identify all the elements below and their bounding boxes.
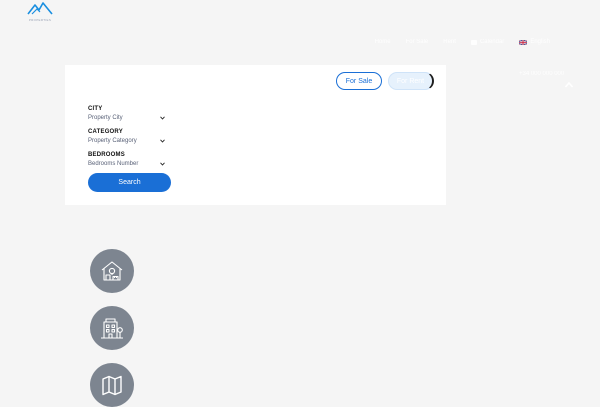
category-field: CATEGORY Property Category <box>88 128 165 145</box>
category-select-value: Property Category <box>88 138 137 144</box>
nav-item-for-sale[interactable]: For Sale <box>406 39 429 45</box>
feature-house[interactable] <box>90 249 134 293</box>
uk-flag-icon <box>519 39 528 45</box>
language-switcher[interactable]: English <box>519 39 550 45</box>
bedrooms-select-value: Bedrooms Number <box>88 161 139 167</box>
brand-logo-caption: PROPERTIES <box>28 18 52 22</box>
phone-number[interactable]: +34 000 000 000 <box>519 71 564 77</box>
tab-for-rent[interactable]: For Rent <box>388 72 434 90</box>
category-select[interactable]: Property Category <box>88 137 165 145</box>
map-icon <box>102 375 122 396</box>
nav-item-home[interactable]: Home <box>375 39 391 45</box>
property-search-panel: For Sale For Rent CITY Property City CAT… <box>65 65 446 205</box>
chevron-up-icon[interactable] <box>564 80 574 90</box>
category-label: CATEGORY <box>88 129 123 135</box>
calendar-icon <box>470 39 477 45</box>
tab-for-sale[interactable]: For Sale <box>336 72 382 90</box>
city-select-value: Property City <box>88 115 123 121</box>
house-icon <box>101 261 123 281</box>
main-nav: Home For Sale Rent Calendar English <box>375 39 550 45</box>
city-select[interactable]: Property City <box>88 114 165 122</box>
language-label: English <box>530 39 550 45</box>
brand-logo-icon[interactable] <box>26 0 54 26</box>
listing-type-tabs: For Sale For Rent <box>336 72 434 90</box>
city-label: CITY <box>88 106 103 112</box>
bedrooms-label: BEDROOMS <box>88 152 125 158</box>
nav-item-calendar-label: Calendar <box>479 39 505 45</box>
search-button[interactable]: Search <box>88 173 171 192</box>
nav-item-calendar[interactable]: Calendar <box>470 39 505 45</box>
nav-item-rent[interactable]: Rent <box>443 39 456 45</box>
feature-map[interactable] <box>90 363 134 407</box>
bedrooms-select[interactable]: Bedrooms Number <box>88 160 165 168</box>
chevron-down-icon <box>160 139 165 143</box>
bedrooms-field: BEDROOMS Bedrooms Number <box>88 151 165 168</box>
chevron-down-icon <box>160 116 165 120</box>
apartment-building-icon <box>101 318 123 339</box>
feature-apartments[interactable] <box>90 306 134 350</box>
chevron-down-icon <box>160 162 165 166</box>
city-field: CITY Property City <box>88 105 165 122</box>
